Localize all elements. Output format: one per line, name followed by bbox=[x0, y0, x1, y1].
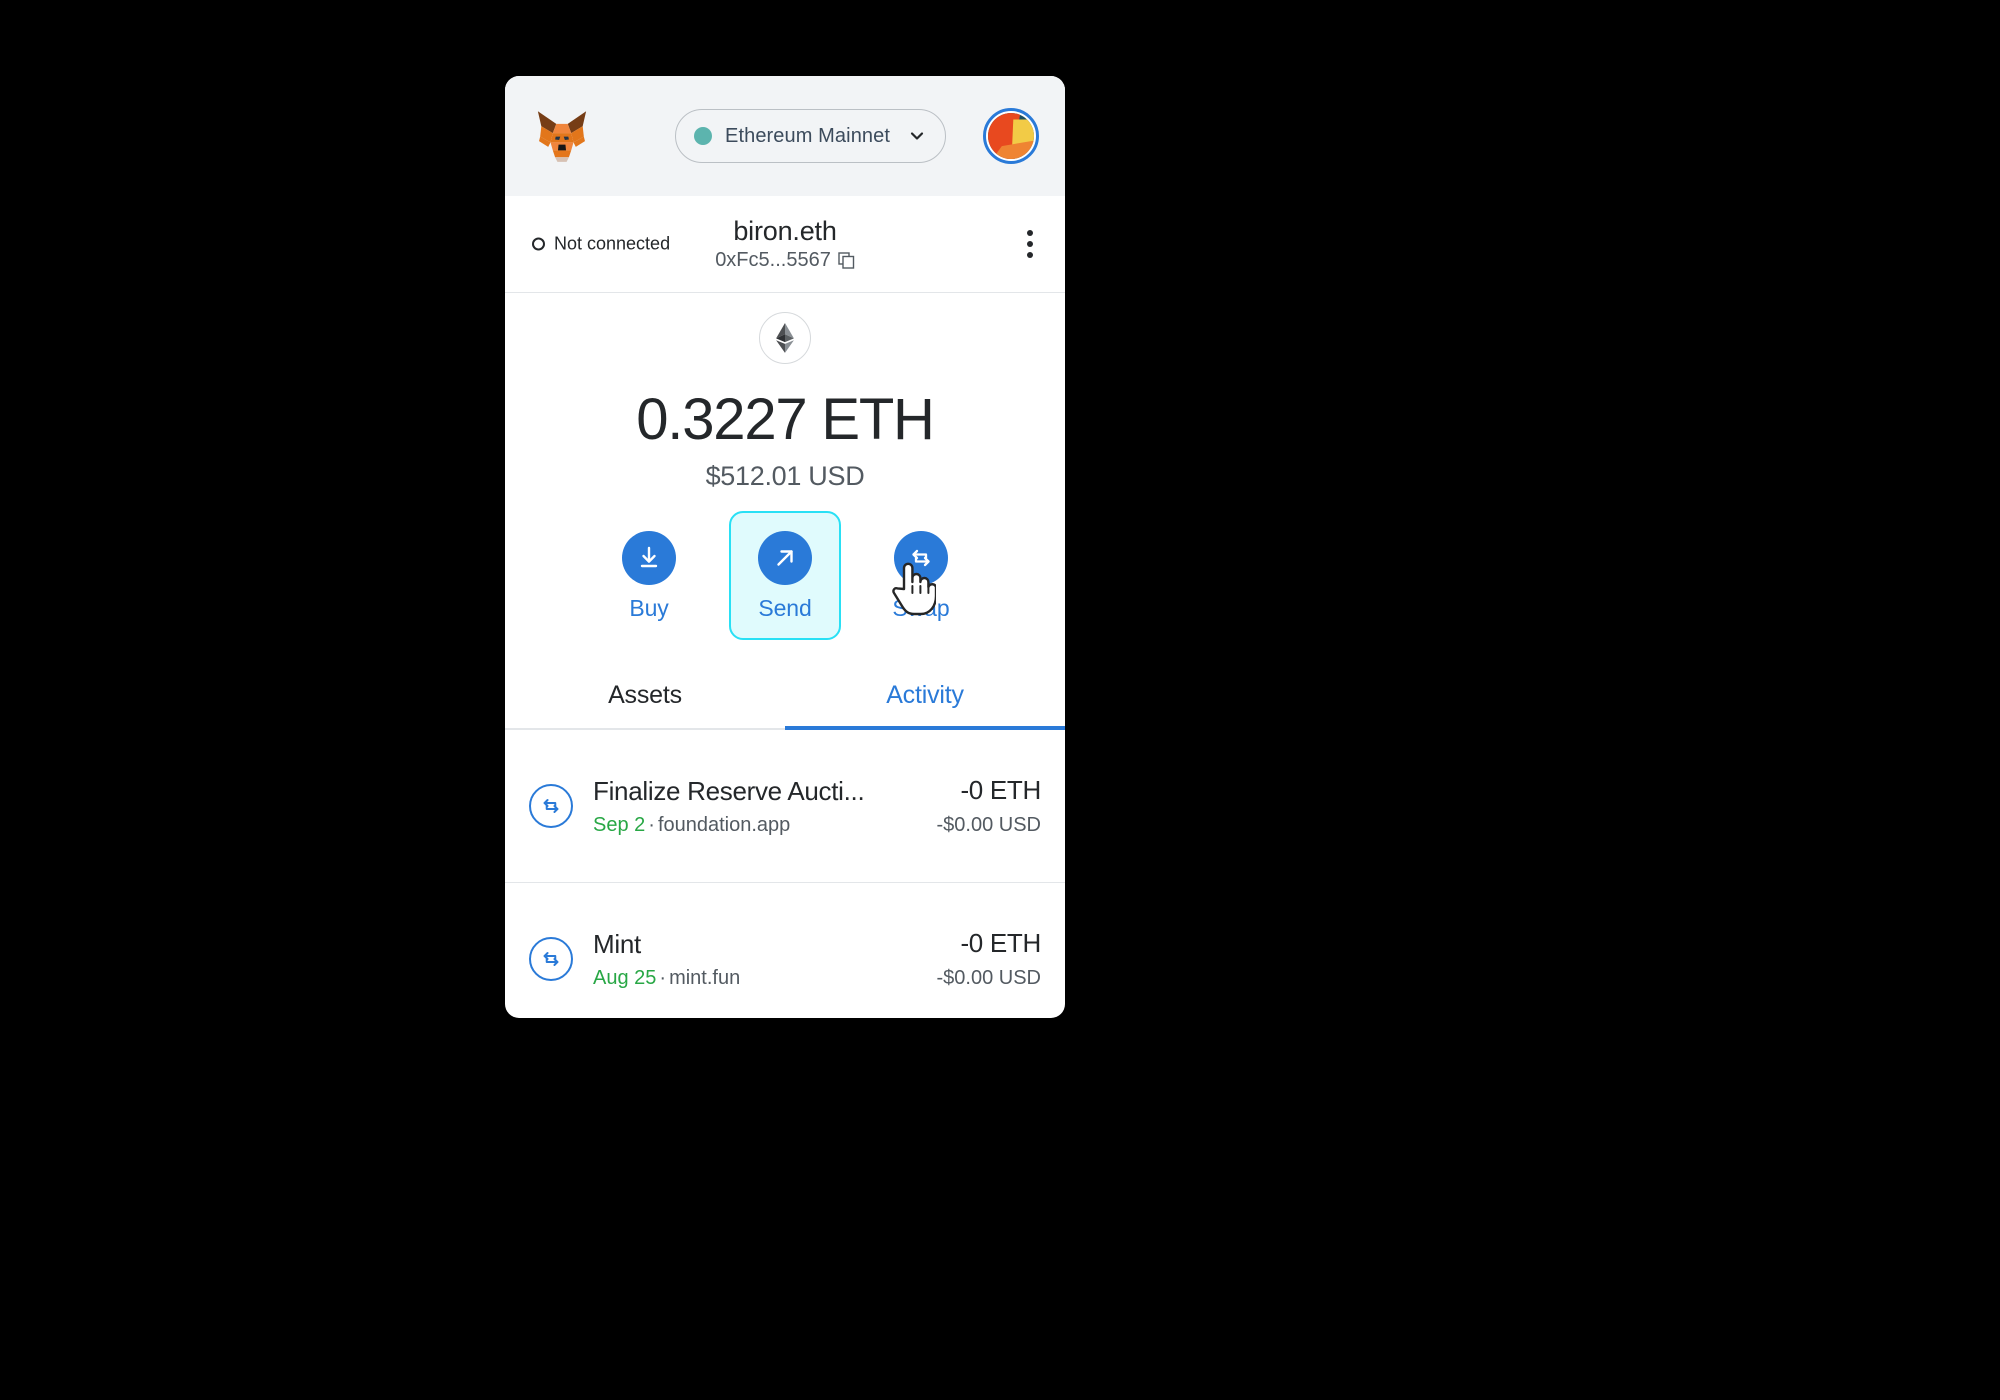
download-arrow-icon bbox=[622, 531, 676, 585]
account-options-menu[interactable] bbox=[1017, 228, 1043, 260]
wallet-tabs: Assets Activity bbox=[505, 662, 1065, 730]
balance-primary: 0.3227 ETH bbox=[636, 387, 935, 452]
app-header: Ethereum Mainnet bbox=[505, 76, 1065, 196]
account-name[interactable]: biron.eth bbox=[733, 216, 836, 247]
kebab-dot bbox=[1027, 252, 1033, 258]
activity-transaction-list: Finalize Reserve Aucti... Sep 2 · foundati… bbox=[505, 730, 1065, 1018]
copy-address-button[interactable]: 0xFc5...5567 bbox=[715, 249, 855, 272]
transaction-date: Sep 2 bbox=[593, 813, 646, 836]
transaction-amounts: -0 ETH -$0.00 USD bbox=[937, 928, 1042, 990]
network-status-dot bbox=[694, 127, 712, 145]
swap-arrows-icon bbox=[529, 937, 573, 981]
balance-section: 0.3227 ETH $512.01 USD Buy Send Swap bbox=[505, 293, 1065, 640]
chevron-down-icon bbox=[909, 128, 925, 144]
transaction-details: Finalize Reserve Aucti... Sep 2 · foundati… bbox=[593, 776, 917, 837]
transaction-amount: -0 ETH bbox=[960, 775, 1041, 805]
account-identity: biron.eth 0xFc5...5567 bbox=[715, 216, 855, 272]
not-connected-icon bbox=[532, 237, 545, 251]
copy-icon bbox=[838, 252, 855, 269]
transaction-origin: foundation.app bbox=[657, 813, 791, 836]
kebab-dot bbox=[1027, 241, 1033, 247]
swap-arrows-icon bbox=[894, 531, 948, 585]
transaction-origin: mint.fun bbox=[669, 966, 741, 989]
transaction-subtitle: Sep 2 · foundation.app bbox=[593, 814, 917, 837]
transaction-fiat: -$0.00 USD bbox=[936, 967, 1042, 989]
swap-button[interactable]: Swap bbox=[865, 511, 977, 640]
connection-status: Not connected bbox=[532, 234, 670, 255]
tab-assets[interactable]: Assets bbox=[505, 662, 785, 728]
arrow-up-right-icon bbox=[758, 531, 812, 585]
transaction-separator: · bbox=[659, 966, 667, 989]
transaction-separator: · bbox=[648, 813, 655, 836]
account-address: 0xFc5...5567 bbox=[715, 249, 831, 271]
transaction-subtitle: Aug 25 · mint.fun bbox=[593, 967, 917, 990]
buy-button-label: Buy bbox=[629, 595, 669, 621]
tab-activity[interactable]: Activity bbox=[785, 662, 1065, 730]
transaction-title: Mint bbox=[593, 928, 641, 959]
ethereum-icon bbox=[759, 312, 811, 364]
transaction-details: Mint Aug 25 · mint.fun bbox=[593, 929, 917, 990]
transaction-amount: -0 ETH bbox=[960, 928, 1041, 958]
network-name-label: Ethereum Mainnet bbox=[725, 124, 891, 147]
connection-status-label: Not connected bbox=[554, 233, 671, 254]
balance-secondary: $512.01 USD bbox=[705, 461, 865, 491]
transaction-fiat: -$0.00 USD bbox=[936, 814, 1042, 836]
buy-button[interactable]: Buy bbox=[593, 511, 705, 640]
transaction-date: Aug 25 bbox=[593, 966, 657, 989]
transaction-title: Finalize Reserve Aucti... bbox=[593, 775, 865, 806]
transaction-row[interactable]: Finalize Reserve Aucti... Sep 2 · foundati… bbox=[505, 730, 1065, 883]
kebab-dot bbox=[1027, 230, 1033, 236]
transaction-amounts: -0 ETH -$0.00 USD bbox=[937, 775, 1042, 837]
account-row: Not connected biron.eth 0xFc5...5567 bbox=[505, 196, 1065, 293]
avatar-jazzicon bbox=[988, 113, 1034, 159]
swap-button-label: Swap bbox=[892, 595, 950, 621]
swap-arrows-icon bbox=[529, 784, 573, 828]
metamask-wallet-popup: Ethereum Mainnet Not connected biron.eth… bbox=[505, 76, 1065, 1018]
send-button[interactable]: Send bbox=[729, 511, 841, 640]
account-avatar[interactable] bbox=[983, 108, 1039, 164]
metamask-fox-logo bbox=[533, 109, 591, 163]
transaction-row[interactable]: Mint Aug 25 · mint.fun -0 ETH -$0.00 USD bbox=[505, 883, 1065, 1018]
action-buttons-row: Buy Send Swap bbox=[593, 511, 977, 640]
network-selector[interactable]: Ethereum Mainnet bbox=[675, 109, 947, 163]
send-button-label: Send bbox=[758, 595, 812, 621]
